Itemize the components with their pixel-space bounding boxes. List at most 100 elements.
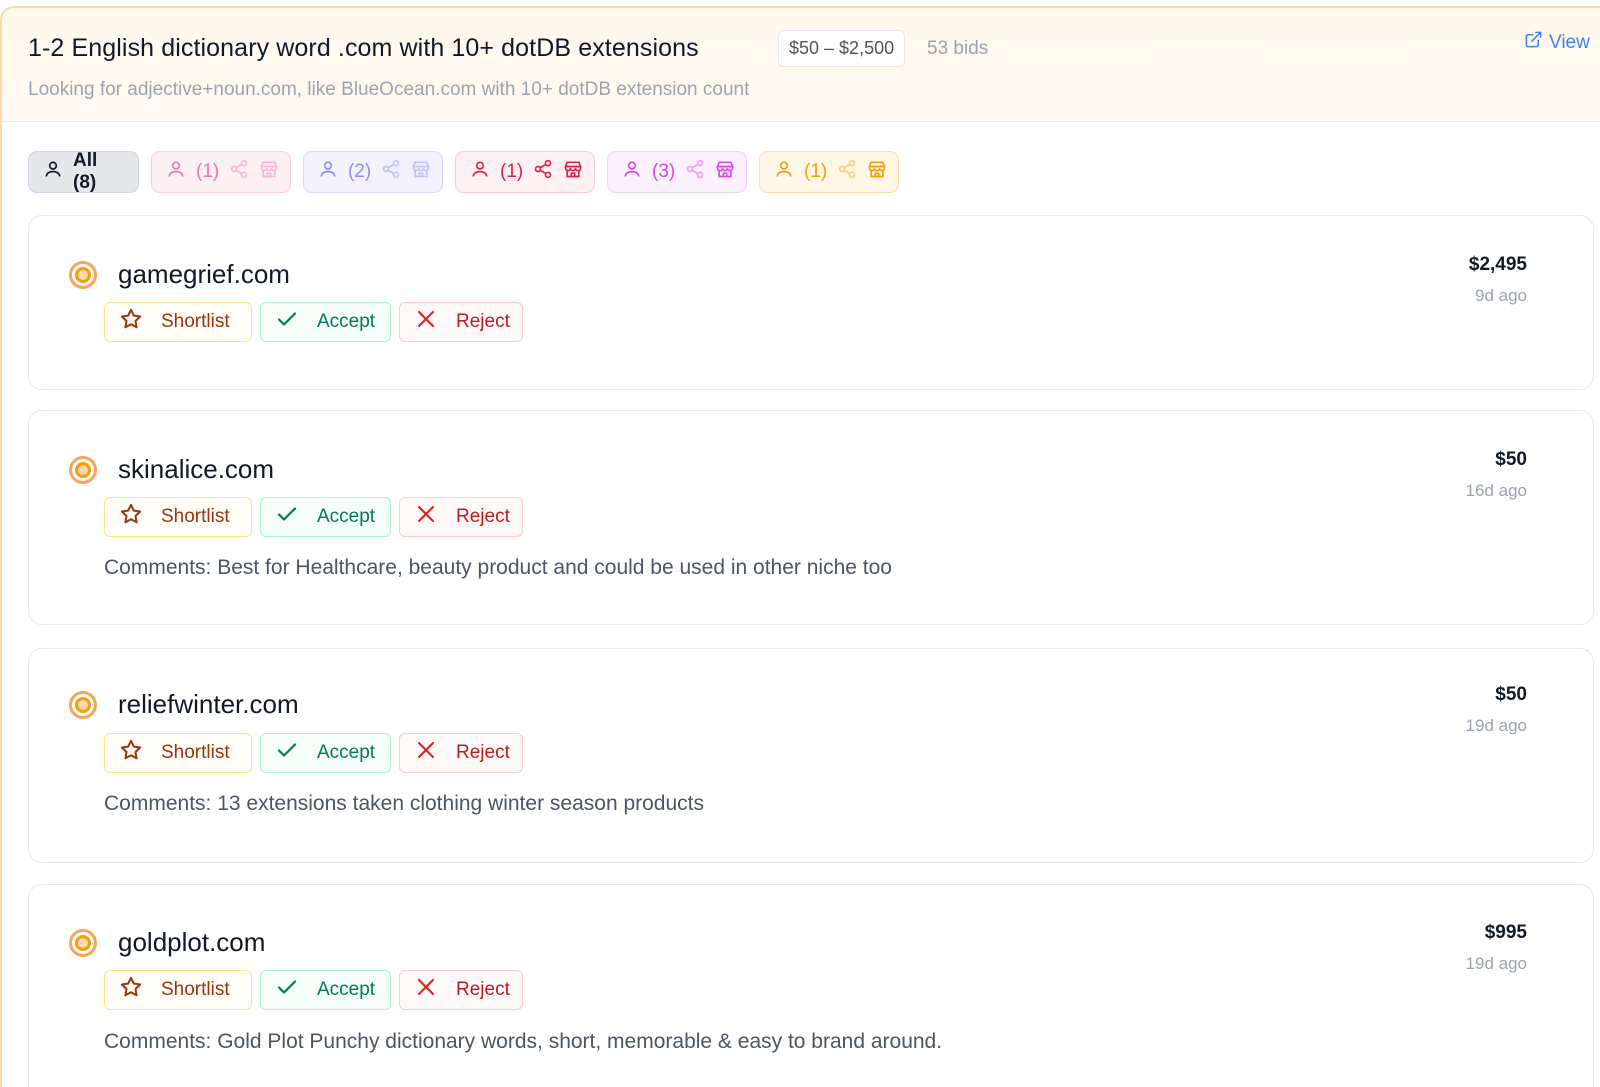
store-icon	[563, 159, 583, 185]
shortlist-label: Shortlist	[161, 979, 230, 1000]
accept-button[interactable]: Accept	[260, 497, 391, 537]
user-icon	[774, 159, 794, 185]
filter-all[interactable]: All (8)	[28, 150, 139, 193]
star-icon	[119, 307, 161, 337]
comment-label: Comments:	[104, 1030, 212, 1053]
store-icon	[411, 159, 431, 185]
shortlist-label: Shortlist	[161, 311, 230, 332]
store-icon	[867, 159, 887, 185]
reject-button[interactable]: Reject	[399, 302, 523, 342]
filter-agent-1[interactable]: (1)	[151, 151, 291, 193]
close-icon	[414, 307, 456, 337]
store-icon	[715, 159, 735, 185]
bid-domain: reliefwinter.com	[118, 689, 299, 719]
accept-label: Accept	[317, 311, 376, 332]
close-icon	[414, 738, 456, 768]
share-icon	[837, 159, 857, 185]
bid-card: goldplot.com $995 19d ago Shortlist Acce…	[28, 884, 1594, 1087]
filter-agent-5[interactable]: (1)	[759, 151, 899, 193]
accept-label: Accept	[317, 742, 376, 763]
share-icon	[381, 159, 401, 185]
bid-price: $2,495	[1468, 254, 1527, 275]
shortlist-button[interactable]: Shortlist	[104, 970, 252, 1010]
view-label: View	[1549, 31, 1590, 53]
bid-actions: Shortlist Accept Reject	[104, 302, 523, 342]
filter-label: (1)	[196, 161, 220, 182]
filter-label: All (8)	[73, 150, 98, 193]
filter-agent-2[interactable]: (2)	[303, 151, 443, 193]
bid-price: $50	[1495, 449, 1527, 470]
reject-label: Reject	[456, 311, 510, 332]
external-link-icon	[1524, 30, 1543, 55]
filter-bar: All (8) (1) (2) (1) (3) (1)	[28, 150, 899, 193]
bid-actions: Shortlist Accept Reject	[104, 970, 523, 1010]
check-icon	[275, 738, 317, 768]
accept-label: Accept	[317, 979, 376, 1000]
bid-comment: Comments: Gold Plot Punchy dictionary wo…	[104, 1030, 942, 1054]
accept-label: Accept	[317, 506, 376, 527]
status-icon	[69, 456, 97, 484]
bid-card: reliefwinter.com $50 19d ago Shortlist A…	[28, 648, 1594, 863]
status-icon	[69, 691, 97, 719]
shortlist-label: Shortlist	[161, 506, 230, 527]
budget-badge: $50 – $2,500	[778, 30, 906, 67]
accept-button[interactable]: Accept	[260, 302, 391, 342]
shortlist-button[interactable]: Shortlist	[104, 302, 252, 342]
status-icon	[69, 929, 97, 957]
filter-label: (2)	[348, 161, 372, 182]
user-icon	[43, 159, 63, 185]
reject-label: Reject	[456, 506, 510, 527]
reject-button[interactable]: Reject	[399, 970, 523, 1010]
user-icon	[622, 159, 642, 185]
bid-comment: Comments: Best for Healthcare, beauty pr…	[104, 556, 892, 580]
shortlist-label: Shortlist	[161, 742, 230, 763]
bid-time: 16d ago	[1465, 481, 1527, 500]
bid-domain: skinalice.com	[118, 454, 275, 484]
bid-price: $995	[1484, 922, 1527, 943]
accept-button[interactable]: Accept	[260, 733, 391, 773]
user-icon	[166, 159, 186, 185]
bid-domain: goldplot.com	[118, 927, 266, 957]
bid-domain: gamegrief.com	[118, 259, 290, 289]
filter-agent-4[interactable]: (3)	[607, 151, 747, 193]
bid-card: skinalice.com $50 16d ago Shortlist Acce…	[28, 410, 1594, 625]
user-icon	[318, 159, 338, 185]
star-icon	[119, 738, 161, 768]
user-icon	[470, 159, 490, 185]
share-icon	[685, 159, 705, 185]
close-icon	[414, 975, 456, 1005]
status-icon	[69, 261, 97, 289]
bid-count: 53 bids	[927, 38, 989, 59]
bid-time: 19d ago	[1465, 954, 1527, 973]
comment-label: Comments:	[104, 792, 212, 815]
check-icon	[275, 307, 317, 337]
reject-label: Reject	[456, 979, 510, 1000]
filter-agent-3[interactable]: (1)	[455, 151, 595, 193]
accept-button[interactable]: Accept	[260, 970, 391, 1010]
bid-actions: Shortlist Accept Reject	[104, 733, 523, 773]
share-icon	[229, 159, 249, 185]
bid-card: gamegrief.com $2,495 9d ago Shortlist Ac…	[28, 215, 1594, 390]
filter-label: (3)	[652, 161, 676, 182]
bid-actions: Shortlist Accept Reject	[104, 497, 523, 537]
star-icon	[119, 502, 161, 532]
comment-text: Best for Healthcare, beauty product and …	[217, 556, 892, 579]
reject-button[interactable]: Reject	[399, 497, 523, 537]
shortlist-button[interactable]: Shortlist	[104, 733, 252, 773]
bid-price: $50	[1495, 684, 1527, 705]
shortlist-button[interactable]: Shortlist	[104, 497, 252, 537]
filter-label: (1)	[804, 161, 828, 182]
filter-label: (1)	[500, 161, 524, 182]
check-icon	[275, 502, 317, 532]
comment-text: Gold Plot Punchy dictionary words, short…	[217, 1030, 943, 1053]
view-link[interactable]: View	[1524, 30, 1590, 55]
star-icon	[119, 975, 161, 1005]
request-description: Looking for adjective+noun.com, like Blu…	[28, 79, 750, 100]
comment-text: 13 extensions taken clothing winter seas…	[217, 792, 704, 815]
store-icon	[259, 159, 279, 185]
reject-button[interactable]: Reject	[399, 733, 523, 773]
bid-time: 19d ago	[1465, 716, 1527, 735]
check-icon	[275, 975, 317, 1005]
comment-label: Comments:	[104, 556, 212, 579]
request-title: 1-2 English dictionary word .com with 10…	[28, 34, 699, 62]
